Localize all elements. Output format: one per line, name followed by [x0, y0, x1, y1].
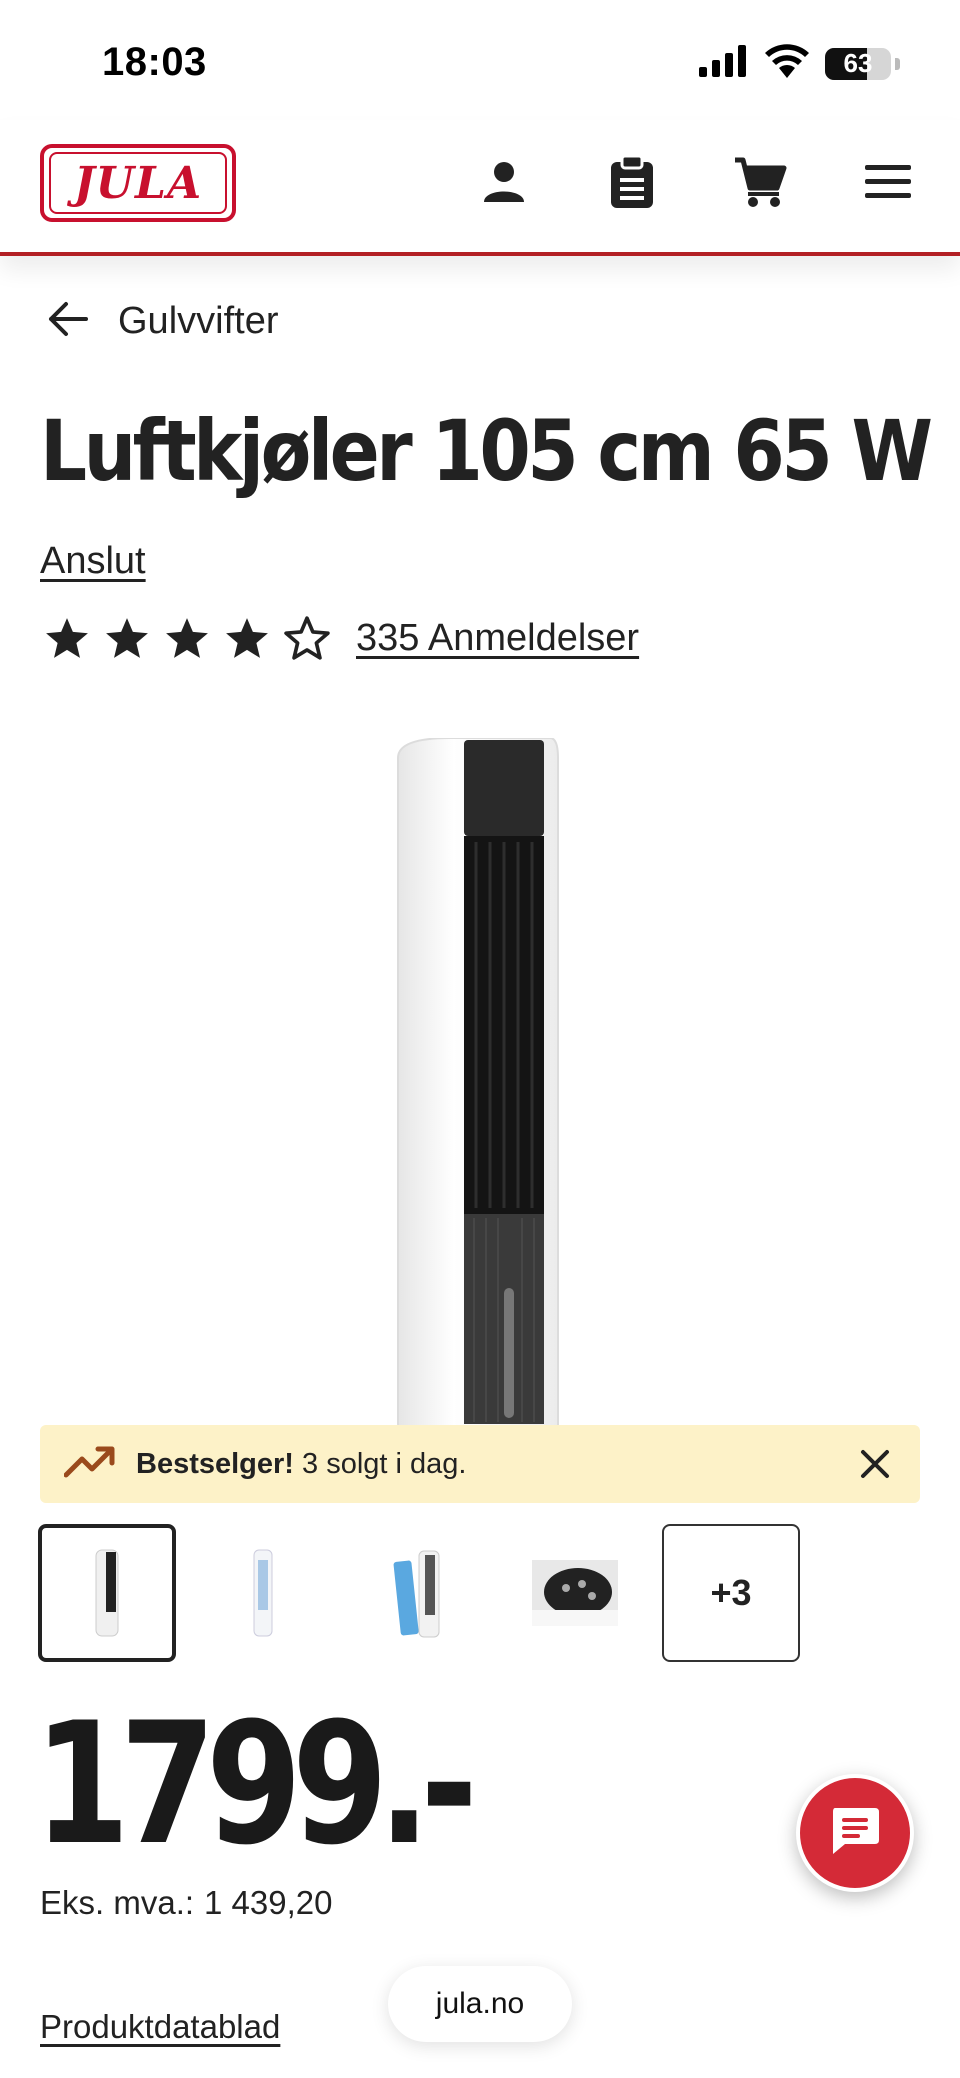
chat-button[interactable]: [796, 1774, 914, 1892]
url-pill[interactable]: jula.no: [388, 1966, 572, 2042]
menu-icon[interactable]: [860, 154, 916, 210]
bestseller-sold-text: 3 solgt i dag.: [302, 1447, 467, 1480]
star-filled-icon: [166, 618, 208, 658]
rating[interactable]: 335 Anmeldelser: [44, 616, 639, 660]
product-title: Luftkjøler 105 cm 65 W: [40, 402, 933, 500]
site-header: JULA: [0, 120, 960, 256]
trending-up-icon: [63, 1445, 116, 1484]
price-ex-vat: Eks. mva.: 1 439,20: [40, 1884, 333, 1922]
status-time: 18:03: [102, 40, 207, 84]
signal-icon: [699, 45, 749, 82]
battery-icon: 63: [825, 47, 891, 80]
star-filled-icon: [226, 618, 268, 658]
wifi-icon: [765, 44, 809, 83]
brand-link[interactable]: Anslut: [40, 540, 146, 583]
account-icon[interactable]: [476, 154, 532, 210]
more-images-button[interactable]: +3: [662, 1524, 800, 1662]
logo-text: JULA: [49, 152, 227, 214]
jula-logo[interactable]: JULA: [40, 144, 236, 222]
star-filled-icon: [46, 618, 88, 658]
arrow-left-icon[interactable]: [48, 301, 88, 342]
price-ex-vat-label: Eks. mva.:: [40, 1884, 195, 1921]
bestseller-label: Bestselger!: [136, 1447, 294, 1480]
product-image[interactable]: [390, 737, 560, 1439]
thumbnail-2[interactable]: [194, 1524, 332, 1662]
close-icon[interactable]: [852, 1441, 898, 1487]
battery-tip: [895, 57, 900, 70]
thumbnail-1[interactable]: [38, 1524, 176, 1662]
breadcrumb[interactable]: Gulvvifter: [48, 300, 278, 343]
breadcrumb-label[interactable]: Gulvvifter: [118, 300, 278, 343]
price-ex-vat-value: 1 439,20: [204, 1884, 333, 1921]
status-bar: 18:03 63: [0, 0, 960, 120]
clipboard-icon[interactable]: [604, 154, 660, 210]
bestseller-banner: Bestselger! 3 solgt i dag.: [40, 1425, 920, 1503]
thumbnail-4[interactable]: [506, 1524, 644, 1662]
header-icons: [476, 154, 916, 210]
datasheet-link[interactable]: Produktdatablad: [40, 2008, 280, 2046]
status-icons: 63: [699, 44, 900, 83]
thumbnail-3[interactable]: [350, 1524, 488, 1662]
star-outline-icon: [284, 616, 330, 660]
thumbnail-gallery: +3: [38, 1524, 800, 1662]
bestseller-text: Bestselger! 3 solgt i dag.: [136, 1448, 466, 1481]
battery-level: 63: [843, 48, 873, 78]
price: 1799.-: [34, 1686, 478, 1882]
cart-icon[interactable]: [732, 154, 788, 210]
chat-icon: [829, 1806, 881, 1861]
reviews-link[interactable]: 335 Anmeldelser: [356, 617, 639, 660]
rating-stars: [44, 616, 330, 660]
star-filled-icon: [106, 618, 148, 658]
